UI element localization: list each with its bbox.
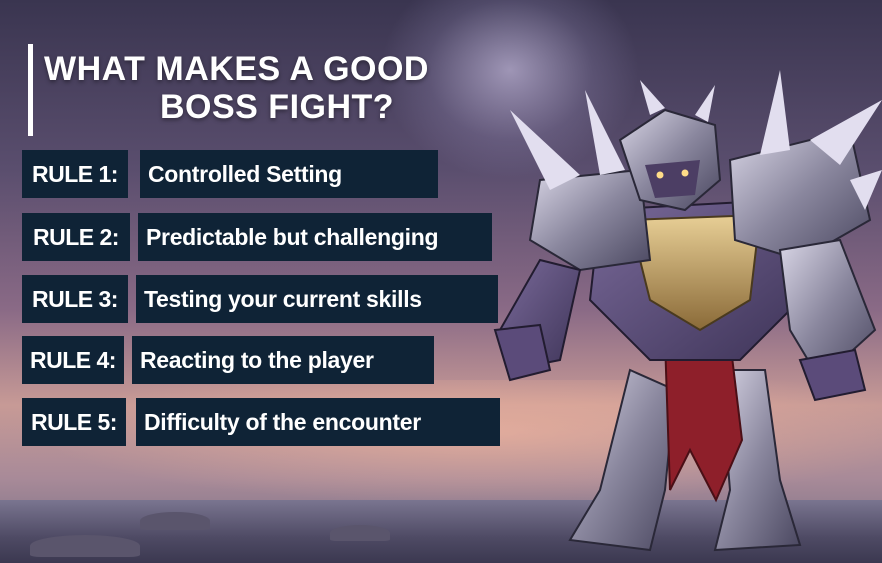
armored-boss-warrior-icon — [493, 70, 882, 552]
title-accent-bar — [28, 44, 33, 136]
rock — [30, 535, 140, 557]
page-title: WHAT MAKES A GOOD BOSS FIGHT? — [44, 50, 429, 126]
rock — [140, 512, 210, 530]
title-line-1: WHAT MAKES A GOOD — [44, 50, 429, 88]
rule-1-label: RULE 1: — [22, 150, 128, 198]
rule-3-text: Testing your current skills — [136, 275, 498, 323]
rule-4-label: RULE 4: — [22, 336, 124, 384]
rock — [330, 525, 390, 541]
rule-2-label: RULE 2: — [22, 213, 130, 261]
rule-5-label: RULE 5: — [22, 398, 126, 446]
rule-2-text: Predictable but challenging — [138, 213, 492, 261]
rule-3-label: RULE 3: — [22, 275, 128, 323]
title-line-2: BOSS FIGHT? — [160, 88, 395, 126]
rule-4-text: Reacting to the player — [132, 336, 434, 384]
rule-1-text: Controlled Setting — [140, 150, 438, 198]
rule-5-text: Difficulty of the encounter — [136, 398, 500, 446]
